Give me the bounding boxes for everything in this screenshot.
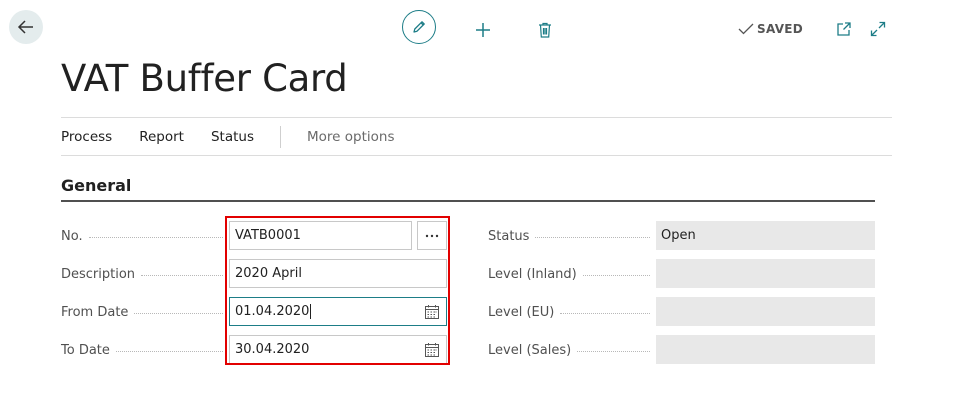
level-inland-value (656, 259, 875, 288)
action-divider (280, 125, 282, 148)
no-input[interactable]: VATB0001 (229, 221, 412, 250)
no-lookup-button[interactable] (417, 221, 447, 250)
action-process[interactable]: Process (61, 129, 112, 145)
field-label-level-eu: Level (EU) (488, 298, 656, 326)
new-button[interactable] (473, 20, 493, 40)
action-status[interactable]: Status (211, 129, 254, 145)
field-label-status: Status (488, 222, 656, 250)
text-cursor (310, 304, 312, 319)
level-sales-value (656, 335, 875, 364)
pencil-icon (413, 21, 425, 33)
field-label-no: No. (61, 222, 229, 250)
checkmark-icon (738, 23, 754, 35)
more-options-button[interactable]: More options (307, 129, 394, 145)
page-title: VAT Buffer Card (61, 57, 348, 100)
from-date-input[interactable]: 01.04.2020 (229, 297, 447, 326)
saved-label: SAVED (757, 22, 804, 36)
status-value: Open (656, 221, 875, 250)
arrow-left-icon (17, 20, 33, 34)
back-button[interactable] (9, 10, 43, 44)
plus-icon (476, 23, 490, 37)
calendar-icon[interactable] (424, 342, 440, 358)
section-title: General (61, 176, 132, 195)
expand-icon (870, 21, 886, 37)
field-label-description: Description (61, 260, 229, 288)
action-report[interactable]: Report (139, 129, 184, 145)
expand-button[interactable] (869, 20, 887, 38)
calendar-icon[interactable] (424, 304, 440, 320)
open-new-window-button[interactable] (835, 20, 853, 38)
field-label-from-date: From Date (61, 298, 229, 326)
level-eu-value (656, 297, 875, 326)
trash-icon (539, 22, 551, 38)
action-bar: Process Report Status More options (61, 117, 892, 156)
field-label-to-date: To Date (61, 336, 229, 364)
delete-button[interactable] (535, 20, 555, 40)
description-input[interactable]: 2020 April (229, 259, 447, 288)
ellipsis-icon (425, 234, 439, 237)
field-label-level-sales: Level (Sales) (488, 336, 656, 364)
open-in-new-window-icon (837, 22, 851, 36)
saved-status: SAVED (738, 20, 803, 38)
to-date-input[interactable]: 30.04.2020 (229, 335, 447, 364)
field-label-level-inland: Level (Inland) (488, 260, 656, 288)
edit-button[interactable] (402, 10, 436, 44)
section-header-general[interactable]: General (61, 176, 875, 202)
